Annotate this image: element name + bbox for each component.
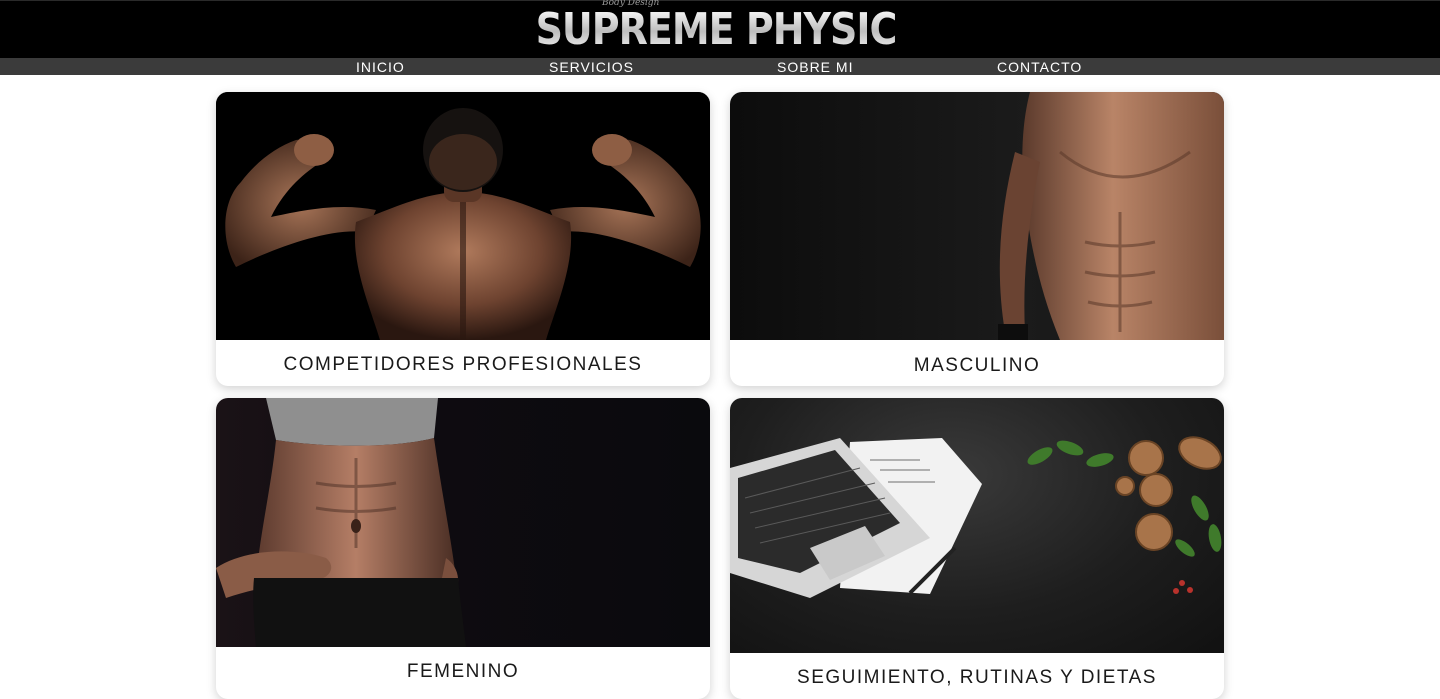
service-card-label: COMPETIDORES PROFESIONALES	[283, 354, 643, 375]
service-card-label: SEGUIMIENTO, RUTINAS Y DIETAS	[797, 667, 1157, 688]
site-logo[interactable]: Body Design SUPREME PHYSIC	[536, 0, 898, 54]
service-card-label: MASCULINO	[913, 355, 1041, 376]
service-card-femenino[interactable]: FEMENINO	[216, 398, 710, 699]
nav-link-inicio[interactable]: INICIO	[356, 58, 405, 75]
service-card-label: FEMENINO	[406, 661, 520, 682]
nav-link-servicios[interactable]: SERVICIOS	[549, 58, 634, 75]
nav-link-contacto[interactable]: CONTACTO	[997, 58, 1082, 75]
logo-wordmark: SUPREME PHYSIC	[535, 3, 898, 55]
site-header: Body Design SUPREME PHYSIC	[0, 0, 1440, 58]
bodybuilder-back-photo	[216, 92, 710, 340]
main-nav: INICIO SERVICIOS SOBRE MI CONTACTO	[0, 58, 1440, 75]
nav-link-sobre-mi[interactable]: SOBRE MI	[777, 58, 853, 75]
male-torso-photo	[730, 92, 1224, 340]
service-card-competidores[interactable]: COMPETIDORES PROFESIONALES	[216, 92, 710, 386]
female-abs-photo	[216, 398, 710, 647]
laptop-nutrition-photo	[730, 398, 1224, 653]
service-card-seguimiento[interactable]: SEGUIMIENTO, RUTINAS Y DIETAS	[730, 398, 1224, 699]
service-card-masculino[interactable]: MASCULINO	[730, 92, 1224, 386]
